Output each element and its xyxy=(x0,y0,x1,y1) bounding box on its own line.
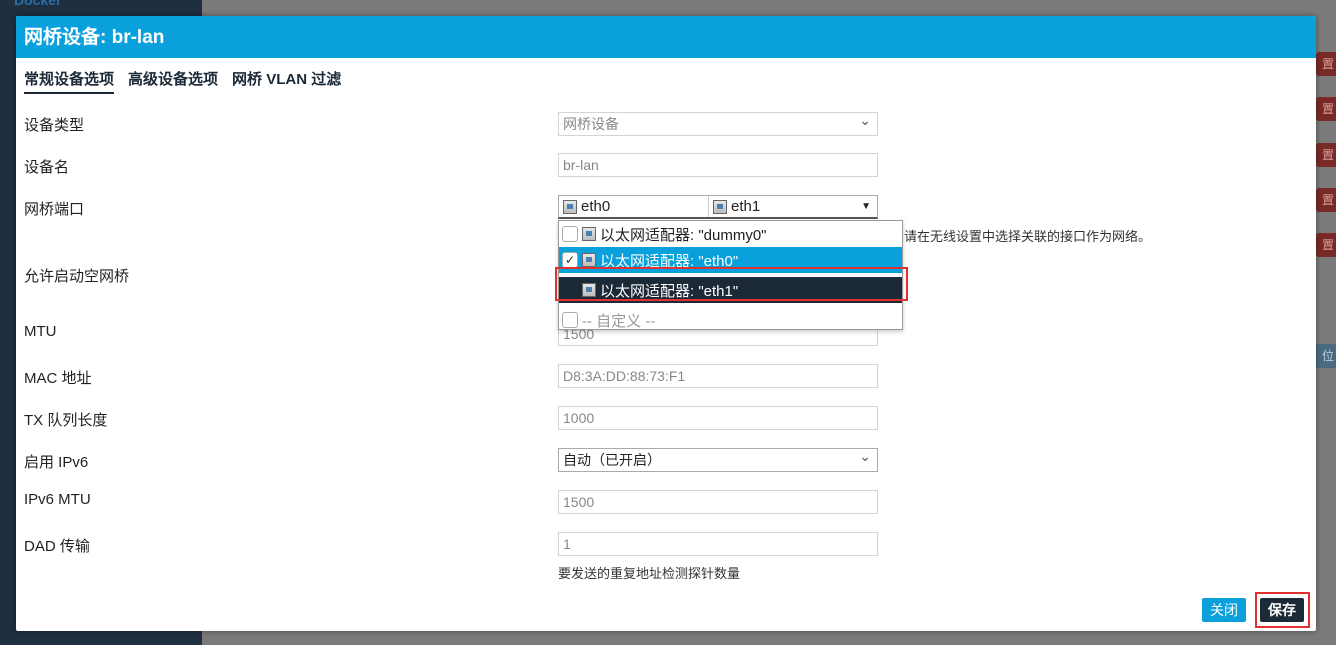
tx-queue-label: TX 队列长度 xyxy=(24,412,108,429)
dropdown-arrow-icon[interactable]: ▼ xyxy=(861,201,871,212)
network-adapter-icon xyxy=(582,253,596,267)
device-type-label: 设备类型 xyxy=(24,117,85,134)
port-chip-label: eth1 xyxy=(731,198,761,215)
ipv6-mtu-input[interactable]: 1500 xyxy=(558,490,878,514)
bridge-ports-dropdown: 以太网适配器: "dummy0" ✓ 以太网适配器: "eth0" 以太网适配器… xyxy=(558,220,903,330)
bridge-ports-select[interactable]: eth0 eth1 ▼ xyxy=(558,195,878,219)
bridge-ports-label: 网桥端口 xyxy=(24,201,85,218)
network-adapter-icon xyxy=(713,199,727,214)
dropdown-option-dummy0[interactable]: 以太网适配器: "dummy0" xyxy=(559,221,902,247)
bridge-ports-help: 请在无线设置中选择关联的接口作为网络。 xyxy=(904,229,1152,244)
dad-transmits-input[interactable]: 1 xyxy=(558,532,878,556)
device-name-input[interactable]: br-lan xyxy=(558,153,878,177)
network-adapter-icon xyxy=(582,283,596,297)
tx-queue-input[interactable]: 1000 xyxy=(558,406,878,430)
device-type-select[interactable]: 网桥设备 xyxy=(558,109,878,136)
dialog-title: 网桥设备: br-lan xyxy=(16,16,1316,58)
tab-advanced[interactable]: 高级设备选项 xyxy=(128,68,218,94)
background-action-button: 置 xyxy=(1316,188,1336,212)
ipv6-select[interactable]: 自动（已开启） xyxy=(558,445,878,472)
background-blue-button: 位 xyxy=(1316,344,1336,368)
background-action-button: 置 xyxy=(1316,97,1336,121)
checkbox-icon xyxy=(562,312,578,328)
network-adapter-icon xyxy=(582,227,596,241)
save-button[interactable]: 保存 xyxy=(1260,598,1304,622)
tab-general[interactable]: 常规设备选项 xyxy=(24,68,115,94)
close-button[interactable]: 关闭 xyxy=(1202,598,1246,622)
dropdown-option-custom[interactable]: -- 自定义 -- xyxy=(559,307,902,333)
background-action-button: 置 xyxy=(1316,52,1336,76)
port-chip-eth0: eth0 xyxy=(559,196,709,217)
tab-vlan-filter[interactable]: 网桥 VLAN 过滤 xyxy=(232,68,341,94)
option-label: 以太网适配器: "eth1" xyxy=(600,282,739,300)
background-logo: Docker xyxy=(14,0,62,8)
bridge-device-dialog: 网桥设备: br-lan 常规设备选项 高级设备选项 网桥 VLAN 过滤 设备… xyxy=(16,16,1316,631)
dropdown-option-eth1[interactable]: 以太网适配器: "eth1" xyxy=(559,277,902,303)
port-chip-eth1: eth1 ▼ xyxy=(709,196,877,217)
dad-transmits-help: 要发送的重复地址检测探针数量 xyxy=(558,566,741,581)
background-action-button: 置 xyxy=(1316,143,1336,167)
port-chip-label: eth0 xyxy=(581,198,611,215)
ipv6-label: 启用 IPv6 xyxy=(24,454,89,471)
dad-transmits-label: DAD 传输 xyxy=(24,538,90,555)
background-action-button: 置 xyxy=(1316,233,1336,257)
ipv6-mtu-label: IPv6 MTU xyxy=(24,491,91,508)
checkbox-icon xyxy=(562,282,578,298)
device-name-label: 设备名 xyxy=(24,159,70,176)
mac-address-label: MAC 地址 xyxy=(24,370,92,387)
mtu-label: MTU xyxy=(24,323,57,340)
dropdown-option-eth0[interactable]: ✓ 以太网适配器: "eth0" xyxy=(559,247,902,273)
option-label: 以太网适配器: "eth0" xyxy=(600,252,739,270)
checkmark-icon: ✓ xyxy=(562,252,578,268)
allow-empty-bridge-label: 允许启动空网桥 xyxy=(24,268,130,285)
network-adapter-icon xyxy=(563,199,577,214)
mac-address-input[interactable]: D8:3A:DD:88:73:F1 xyxy=(558,364,878,388)
option-label: 以太网适配器: "dummy0" xyxy=(600,226,767,244)
checkbox-icon xyxy=(562,226,578,242)
dialog-tabs: 常规设备选项 高级设备选项 网桥 VLAN 过滤 xyxy=(24,68,341,94)
option-label: -- 自定义 -- xyxy=(582,312,656,330)
